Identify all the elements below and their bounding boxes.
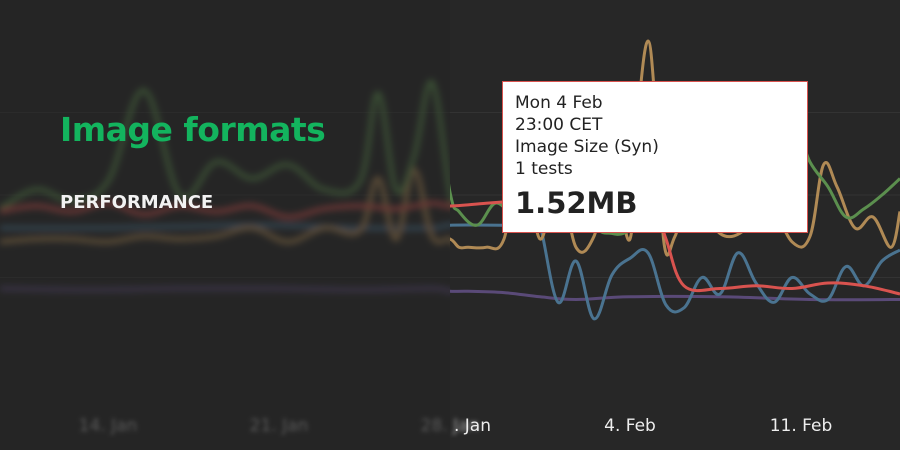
x-axis-ticks: 14. Jan 21. Jan 28. Jan. Jan 4. Feb 11. Feb [79,416,833,436]
x-tick-label: 4. Feb [604,416,656,436]
x-tick-label: . Jan [454,416,491,436]
section-label: PERFORMANCE [60,192,214,213]
chart-tooltip: Mon 4 Feb 23:00 CET Image Size (Syn) 1 t… [502,81,808,233]
tooltip-time: 23:00 CET [515,115,603,135]
tooltip-metric: Image Size (Syn) [515,137,659,157]
tooltip-tests: 1 tests [515,159,573,179]
page-title: Image formats [60,110,326,149]
series-line-3 [0,222,450,231]
x-tick-label: 11. Feb [770,416,833,436]
series-line-3 [450,217,900,321]
x-tick-label: 14. Jan [79,416,138,436]
x-tick-label: 21. Jan [250,416,309,436]
tooltip-date: Mon 4 Feb [515,93,603,113]
tooltip-value: 1.52MB [515,186,638,220]
hero-banner: 14. Jan 21. Jan 28. Jan. Jan 4. Feb 11. Feb … [0,0,900,450]
